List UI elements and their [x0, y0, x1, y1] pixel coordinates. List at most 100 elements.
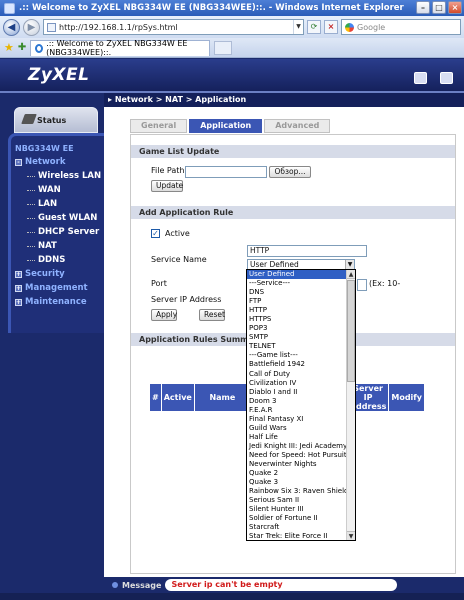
dropdown-option[interactable]: DNS [247, 288, 355, 297]
status-icon [21, 114, 37, 124]
sidebar-item-guest-wlan[interactable]: Guest WLAN [11, 211, 104, 225]
dropdown-option[interactable]: Need for Speed: Hot Pursuit 2 [247, 451, 355, 460]
update-button[interactable]: Update [151, 180, 183, 192]
dropdown-option[interactable]: Jedi Knight III: Jedi Academy [247, 442, 355, 451]
dropdown-option[interactable]: User Defined [247, 270, 355, 280]
sidebar-item-lan[interactable]: LAN [11, 197, 104, 211]
address-bar: ◀ ▶ http://192.168.1.1/rpSys.html ▼ ⟳ × … [0, 16, 464, 38]
server-ip-label: Server IP Address [151, 295, 222, 304]
dropdown-option[interactable]: Soldier of Fortune II [247, 514, 355, 523]
forward-button[interactable]: ▶ [23, 18, 40, 36]
sidebar-item-network[interactable]: - Network [11, 155, 104, 169]
tab-advanced[interactable]: Advanced [264, 119, 331, 133]
tab-application[interactable]: Application [189, 119, 263, 133]
browser-tab[interactable]: .:: Welcome to ZyXEL NBG334W EE (NBG334W… [30, 39, 211, 57]
tab-title: .:: Welcome to ZyXEL NBG334W EE (NBG334W… [46, 39, 188, 57]
dropdown-option[interactable]: F.E.A.R [247, 406, 355, 415]
port-label: Port [151, 279, 167, 288]
dropdown-option[interactable]: FTP [247, 297, 355, 306]
collapse-icon: - [15, 158, 22, 166]
minimize-button[interactable]: – [416, 1, 430, 14]
wizard-icon[interactable] [414, 72, 427, 84]
dropdown-scrollbar[interactable]: ▲ ▼ [346, 270, 355, 540]
file-path-input[interactable] [185, 166, 267, 178]
page-icon [47, 22, 56, 32]
port-input[interactable] [357, 279, 367, 291]
dropdown-option[interactable]: Civilization IV [247, 379, 355, 388]
breadcrumb-arrow-icon: ▸ [108, 95, 115, 104]
active-label: Active [165, 229, 190, 238]
status-label: Status [37, 115, 67, 125]
add-favorite-icon[interactable]: ✚ [18, 42, 26, 53]
dropdown-option[interactable]: Guild Wars [247, 424, 355, 433]
search-placeholder: Google [357, 22, 386, 32]
favorites-star-icon[interactable]: ★ [4, 41, 14, 54]
expand-icon: + [15, 284, 22, 292]
maximize-button[interactable]: □ [432, 1, 446, 14]
dropdown-option[interactable]: Half Life [247, 433, 355, 442]
message-icon [112, 582, 118, 588]
url-dropdown-icon[interactable]: ▼ [293, 20, 303, 34]
close-button[interactable]: × [448, 1, 462, 14]
sidebar: Status NBG334W EE - Network Wireless LAN … [0, 93, 104, 577]
dropdown-option[interactable]: Battlefield 1942 [247, 360, 355, 369]
router-header: ZyXEL [0, 59, 464, 93]
dropdown-option[interactable]: SMTP [247, 333, 355, 342]
dropdown-option[interactable]: ---Game list--- [247, 351, 355, 360]
sidebar-item-wan[interactable]: WAN [11, 183, 104, 197]
dropdown-option[interactable]: Quake 2 [247, 469, 355, 478]
device-name: NBG334W EE [15, 144, 74, 153]
logout-icon[interactable] [440, 72, 453, 84]
dropdown-option[interactable]: Call of Duty [247, 370, 355, 379]
search-input[interactable]: Google [341, 19, 461, 35]
dropdown-option[interactable]: Starcraft [247, 523, 355, 532]
sidebar-item-dhcp-server[interactable]: DHCP Server [11, 225, 104, 239]
stop-button[interactable]: × [324, 20, 338, 34]
service-name-input[interactable]: HTTP [247, 245, 367, 257]
sidebar-item-management[interactable]: + Management [11, 281, 104, 295]
scroll-up-icon[interactable]: ▲ [347, 270, 355, 279]
dropdown-option[interactable]: Quake 3 [247, 478, 355, 487]
dropdown-option[interactable]: HTTPS [247, 315, 355, 324]
sidebar-item-nat[interactable]: NAT [11, 239, 104, 253]
dropdown-option[interactable]: ---Service--- [247, 279, 355, 288]
sidebar-item-ddns[interactable]: DDNS [11, 253, 104, 267]
google-icon [345, 22, 354, 32]
tab-row: ★ ✚ .:: Welcome to ZyXEL NBG334W EE (NBG… [0, 38, 464, 58]
refresh-button[interactable]: ⟳ [307, 20, 321, 34]
column-header: Modify [388, 383, 425, 412]
add-rule-section-title: Add Application Rule [131, 206, 455, 219]
dropdown-option[interactable]: HTTP [247, 306, 355, 315]
window-title: .:: Welcome to ZyXEL NBG334W EE (NBG334W… [19, 3, 404, 13]
dropdown-option[interactable]: TELNET [247, 342, 355, 351]
scrollbar-thumb[interactable] [347, 280, 355, 382]
dropdown-option[interactable]: Rainbow Six 3: Raven Shield [247, 487, 355, 496]
page-tabs: General Application Advanced [130, 119, 331, 133]
sidebar-item-wireless-lan[interactable]: Wireless LAN [11, 169, 104, 183]
dropdown-option[interactable]: Doom 3 [247, 397, 355, 406]
dropdown-option[interactable]: POP3 [247, 324, 355, 333]
dropdown-option[interactable]: Neverwinter Nights [247, 460, 355, 469]
browse-button[interactable]: Обзор... [269, 166, 311, 178]
dropdown-option[interactable]: Silent Hunter III [247, 505, 355, 514]
zyxel-logo: ZyXEL [28, 65, 90, 85]
service-dropdown-list[interactable]: User Defined ---Service--- DNS FTP HTTP HTTPS… [246, 269, 356, 541]
active-checkbox[interactable]: ✓ [151, 229, 160, 238]
tab-general[interactable]: General [130, 119, 188, 133]
reset-button[interactable]: Reset [199, 309, 225, 321]
url-text: http://192.168.1.1/rpSys.html [59, 22, 178, 32]
dropdown-option[interactable]: Diablo I and II [247, 388, 355, 397]
dropdown-option[interactable]: Serious Sam II [247, 496, 355, 505]
status-tab[interactable]: Status [14, 107, 98, 133]
back-button[interactable]: ◀ [3, 18, 20, 36]
expand-icon: + [15, 298, 22, 306]
sidebar-item-security[interactable]: + Security [11, 267, 104, 281]
game-list-section-title: Game List Update [131, 145, 455, 158]
dropdown-option[interactable]: Star Trek: Elite Force II [247, 532, 355, 540]
sidebar-item-maintenance[interactable]: + Maintenance [11, 295, 104, 309]
new-tab-button[interactable] [214, 40, 233, 55]
dropdown-option[interactable]: Final Fantasy XI [247, 415, 355, 424]
url-field[interactable]: http://192.168.1.1/rpSys.html ▼ [43, 19, 304, 35]
apply-button[interactable]: Apply [151, 309, 177, 321]
scroll-down-icon[interactable]: ▼ [347, 531, 355, 540]
